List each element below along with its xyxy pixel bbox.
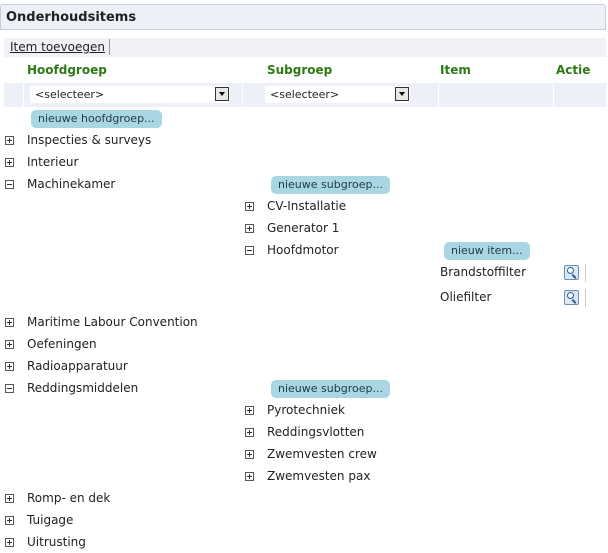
group-label[interactable]: Romp- en dek xyxy=(27,491,110,505)
subgroup-label[interactable]: Generator 1 xyxy=(267,221,339,235)
new-item-button[interactable]: nieuw item... xyxy=(444,242,530,260)
subgroup-label[interactable]: Zwemvesten pax xyxy=(267,469,370,483)
magnifier-icon[interactable] xyxy=(564,265,579,280)
add-item-button[interactable]: Item toevoegen xyxy=(8,39,110,55)
filter-cell-actie xyxy=(554,83,606,107)
column-header-subgroep[interactable]: Subgroep xyxy=(267,63,332,77)
item-label[interactable]: Brandstoffilter xyxy=(440,265,526,279)
panel-title: Onderhoudsitems xyxy=(6,10,137,25)
expand-icon[interactable] xyxy=(245,428,254,437)
subgroup-label[interactable]: CV-Installatie xyxy=(267,199,346,213)
subgroep-select-value: <selecteer> xyxy=(270,88,340,101)
group-label[interactable]: Tuigage xyxy=(27,513,73,527)
group-label[interactable]: Interieur xyxy=(27,155,78,169)
new-hoofdgroep-button[interactable]: nieuwe hoofdgroep... xyxy=(31,110,162,128)
dropdown-arrow-icon[interactable] xyxy=(395,87,409,101)
subgroup-label[interactable]: Pyrotechniek xyxy=(267,403,345,417)
expand-icon[interactable] xyxy=(245,224,254,233)
subgroup-label[interactable]: Zwemvesten crew xyxy=(267,447,377,461)
filter-cell-item xyxy=(438,83,554,107)
subgroup-label[interactable]: Hoofdmotor xyxy=(267,243,339,257)
row-divider xyxy=(585,289,586,307)
group-label[interactable]: Inspecties & surveys xyxy=(27,133,151,147)
magnifier-icon[interactable] xyxy=(564,290,579,305)
expand-icon[interactable] xyxy=(245,450,254,459)
group-label[interactable]: Machinekamer xyxy=(27,177,115,191)
expand-icon[interactable] xyxy=(5,538,14,547)
row-divider xyxy=(585,264,586,282)
group-label[interactable]: Oefeningen xyxy=(27,337,97,351)
expand-icon[interactable] xyxy=(245,406,254,415)
collapse-icon[interactable] xyxy=(5,384,14,393)
group-label[interactable]: Maritime Labour Convention xyxy=(27,315,198,329)
filter-cell-hoofdgroep: <selecteer> xyxy=(24,83,243,107)
group-label[interactable]: Uitrusting xyxy=(27,535,86,549)
expand-icon[interactable] xyxy=(245,472,254,481)
collapse-icon[interactable] xyxy=(245,246,254,255)
filter-cell-subgroep: <selecteer> xyxy=(243,83,439,107)
group-label[interactable]: Reddingsmiddelen xyxy=(27,381,138,395)
subgroep-select[interactable]: <selecteer> xyxy=(265,86,410,103)
expand-icon[interactable] xyxy=(5,340,14,349)
subgroup-label[interactable]: Reddingsvlotten xyxy=(267,425,364,439)
hoofdgroep-select[interactable]: <selecteer> xyxy=(30,86,230,103)
new-subgroep-button[interactable]: nieuwe subgroep... xyxy=(271,176,390,194)
expand-icon[interactable] xyxy=(5,318,14,327)
item-label[interactable]: Oliefilter xyxy=(440,290,491,304)
dropdown-arrow-icon[interactable] xyxy=(215,87,229,101)
toolbar: Item toevoegen xyxy=(4,38,606,57)
hoofdgroep-select-value: <selecteer> xyxy=(35,88,105,101)
expand-icon[interactable] xyxy=(5,494,14,503)
collapse-icon[interactable] xyxy=(5,180,14,189)
expand-icon[interactable] xyxy=(5,158,14,167)
expand-icon[interactable] xyxy=(245,202,254,211)
group-label[interactable]: Radioapparatuur xyxy=(27,359,128,373)
expand-icon[interactable] xyxy=(5,136,14,145)
panel-header: Onderhoudsitems xyxy=(0,4,606,30)
column-header-item[interactable]: Item xyxy=(440,63,471,77)
column-header-actie[interactable]: Actie xyxy=(556,63,590,77)
new-subgroep-button[interactable]: nieuwe subgroep... xyxy=(271,380,390,398)
expand-icon[interactable] xyxy=(5,362,14,371)
filter-cell-spacer xyxy=(4,83,24,107)
filter-row: <selecteer> <selecteer> xyxy=(4,83,606,107)
expand-icon[interactable] xyxy=(5,516,14,525)
column-header-hoofdgroep[interactable]: Hoofdgroep xyxy=(27,63,107,77)
